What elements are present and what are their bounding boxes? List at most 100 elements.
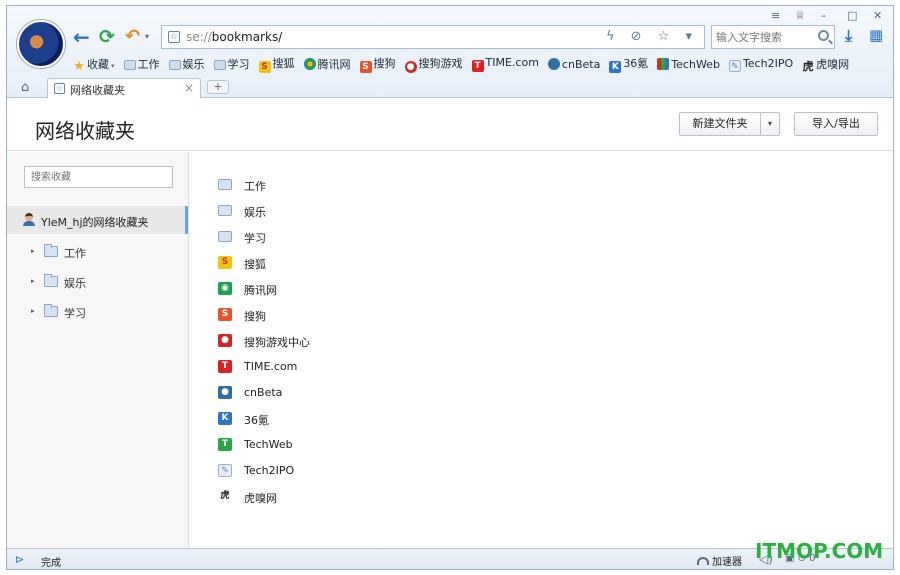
bookmark-row-label: 学习 bbox=[244, 232, 266, 245]
bookmark-row[interactable]: ✎ Tech2IPO bbox=[218, 461, 518, 481]
sogou-icon: S bbox=[359, 61, 372, 73]
sidebar-item-entertainment[interactable]: ▸ 娱乐 bbox=[7, 270, 188, 294]
bookmark-row[interactable]: S 搜狗 bbox=[218, 305, 518, 325]
tab-close-icon[interactable]: × bbox=[184, 81, 194, 95]
sidebar-item-label: 娱乐 bbox=[64, 277, 86, 290]
sogou-icon: S bbox=[218, 308, 232, 321]
bookmark-row[interactable]: K 36氪 bbox=[218, 409, 518, 429]
browser-toolbar: ← ⟳ ↶ ▾ ☆ se://bookmarks/ ϟ ⊘ ☆ ▾ ⤓ ▦ ≡ … bbox=[7, 6, 893, 98]
apps-icon[interactable]: ▦ bbox=[869, 26, 883, 44]
bookmark-bar-item[interactable]: T TIME.com bbox=[471, 56, 539, 72]
bookmark-row[interactable]: ◉ 腾讯网 bbox=[218, 279, 518, 299]
bookmark-row[interactable]: ● 搜狗游戏中心 bbox=[218, 331, 518, 351]
minimize-button[interactable]: – bbox=[821, 9, 827, 22]
new-folder-dropdown-button[interactable]: ▾ bbox=[760, 112, 780, 136]
bookmark-bar-item[interactable]: S 搜狐 bbox=[258, 55, 295, 73]
new-tab-button[interactable]: + bbox=[207, 80, 229, 94]
bookmark-row-label: TIME.com bbox=[244, 360, 298, 373]
address-tools-icons[interactable]: ϟ ⊘ ☆ ▾ bbox=[606, 29, 698, 44]
new-folder-button[interactable]: 新建文件夹 bbox=[679, 112, 761, 136]
gauge-icon bbox=[697, 557, 709, 565]
bookmark-row[interactable]: T TechWeb bbox=[218, 435, 518, 455]
skin-icon[interactable]: ♕ bbox=[795, 9, 805, 22]
download-icon[interactable]: ⤓ bbox=[845, 26, 852, 46]
bookmark-bar-item[interactable]: 学习 bbox=[213, 56, 250, 72]
bookmark-row[interactable]: S 搜狐 bbox=[218, 253, 518, 273]
user-avatar[interactable] bbox=[17, 20, 65, 68]
bookmark-bar-item[interactable]: 虎虎嗅网 bbox=[802, 56, 850, 73]
import-export-button[interactable]: 导入/导出 bbox=[794, 112, 878, 136]
bookmark-bar-item[interactable]: ★ 收藏 ▾ bbox=[73, 56, 115, 73]
bookmark-bar-label: 工作 bbox=[137, 58, 160, 71]
time-icon: T bbox=[471, 60, 484, 72]
folder-icon bbox=[218, 205, 232, 216]
home-icon[interactable]: ⌂ bbox=[21, 80, 29, 95]
undo-dropdown-icon[interactable]: ▾ bbox=[145, 32, 149, 41]
expand-arrow-icon[interactable]: ▸ bbox=[31, 247, 35, 255]
bookmark-row-label: 工作 bbox=[244, 180, 266, 193]
menu-icon[interactable]: ≡ bbox=[771, 9, 780, 22]
folder-icon bbox=[168, 60, 181, 70]
bookmark-bar-label: cnBeta bbox=[561, 57, 601, 71]
bookmark-row[interactable]: 娱乐 bbox=[218, 201, 518, 221]
search-icon[interactable] bbox=[818, 30, 829, 41]
bookmark-row-label: 搜狗游戏中心 bbox=[244, 336, 310, 349]
bookmark-row[interactable]: 工作 bbox=[218, 175, 518, 195]
qq-icon bbox=[303, 58, 316, 70]
bookmark-bar-item[interactable]: ● 搜狗游戏 bbox=[404, 55, 463, 73]
bookmark-bar-label: 娱乐 bbox=[182, 58, 205, 71]
sidebar-item-work[interactable]: ▸ 工作 bbox=[7, 240, 188, 264]
undo-icon[interactable]: ↶ bbox=[125, 26, 140, 48]
bookmark-row[interactable]: ● cnBeta bbox=[218, 383, 518, 403]
folder-icon bbox=[213, 60, 226, 70]
bookmark-row-label: cnBeta bbox=[244, 386, 283, 399]
bookmark-row-label: Tech2IPO bbox=[244, 464, 295, 477]
bookmark-bar-item[interactable]: ✎ Tech2IPO bbox=[728, 56, 794, 72]
tech2ipo-icon: ✎ bbox=[728, 59, 741, 72]
refresh-icon[interactable]: ⟳ bbox=[99, 26, 115, 48]
bookmark-bar-item[interactable]: TechWeb bbox=[657, 57, 720, 71]
back-icon[interactable]: ← bbox=[73, 26, 90, 48]
huxiu-icon: 虎 bbox=[218, 490, 232, 503]
bookmark-row-label: 娱乐 bbox=[244, 206, 266, 219]
bookmark-bar-label: Tech2IPO bbox=[742, 56, 794, 70]
address-url[interactable]: se://bookmarks/ bbox=[186, 30, 282, 44]
expand-arrow-icon[interactable]: ▸ bbox=[31, 307, 35, 315]
tech2ipo-icon: ✎ bbox=[218, 464, 232, 477]
bookmark-bar-item[interactable]: K 36氪 bbox=[609, 55, 648, 73]
sidebar-toggle-icon[interactable]: ⊳ bbox=[15, 553, 24, 566]
bookmark-bar-item[interactable]: S 搜狗 bbox=[359, 55, 396, 73]
cnbeta-icon bbox=[547, 57, 560, 70]
sidebar-search-input[interactable] bbox=[31, 170, 167, 184]
sidebar-item-label: 工作 bbox=[64, 247, 86, 260]
expand-arrow-icon[interactable]: ▸ bbox=[31, 277, 35, 285]
bookmark-bar-item[interactable]: 娱乐 bbox=[168, 56, 205, 72]
bookmark-row[interactable]: 学习 bbox=[218, 227, 518, 247]
bookmark-bar-item[interactable]: cnBeta bbox=[547, 57, 601, 71]
bookmark-row[interactable]: T TIME.com bbox=[218, 357, 518, 377]
sidebar-search[interactable] bbox=[24, 166, 173, 188]
bookmark-row[interactable]: 虎虎嗅网 bbox=[218, 487, 518, 507]
accelerator-label: 加速器 bbox=[712, 557, 742, 568]
status-text: 完成 bbox=[41, 558, 61, 569]
browser-window: ← ⟳ ↶ ▾ ☆ se://bookmarks/ ϟ ⊘ ☆ ▾ ⤓ ▦ ≡ … bbox=[6, 5, 894, 570]
address-bar[interactable]: ☆ se://bookmarks/ ϟ ⊘ ☆ ▾ bbox=[161, 25, 705, 49]
tab-bookmarks[interactable]: ☆ 网络收藏夹 × bbox=[47, 78, 201, 98]
search-input[interactable] bbox=[716, 29, 812, 45]
close-button[interactable]: ✕ bbox=[873, 9, 882, 22]
bookmark-bar-label: TechWeb bbox=[671, 57, 720, 71]
sidebar-root-item[interactable]: YleM_hj的网络收藏夹 bbox=[7, 206, 188, 234]
bookmark-bar-item[interactable]: 工作 bbox=[123, 56, 160, 72]
chevron-down-icon[interactable]: ▾ bbox=[111, 62, 115, 70]
bookmark-row-label: 搜狐 bbox=[244, 258, 266, 271]
36kr-icon: K bbox=[218, 412, 232, 425]
bookmark-bar-label: 36氪 bbox=[623, 57, 649, 70]
sidebar-item-study[interactable]: ▸ 学习 bbox=[7, 300, 188, 324]
folder-icon bbox=[123, 60, 136, 70]
bookmark-bar-label: 收藏 bbox=[87, 57, 109, 71]
search-box[interactable] bbox=[711, 25, 835, 49]
page-icon: ☆ bbox=[168, 31, 180, 43]
bookmark-bar-item[interactable]: 腾讯网 bbox=[303, 56, 351, 72]
maximize-button[interactable]: □ bbox=[847, 9, 857, 22]
accelerator-button[interactable]: 加速器 bbox=[697, 553, 742, 568]
